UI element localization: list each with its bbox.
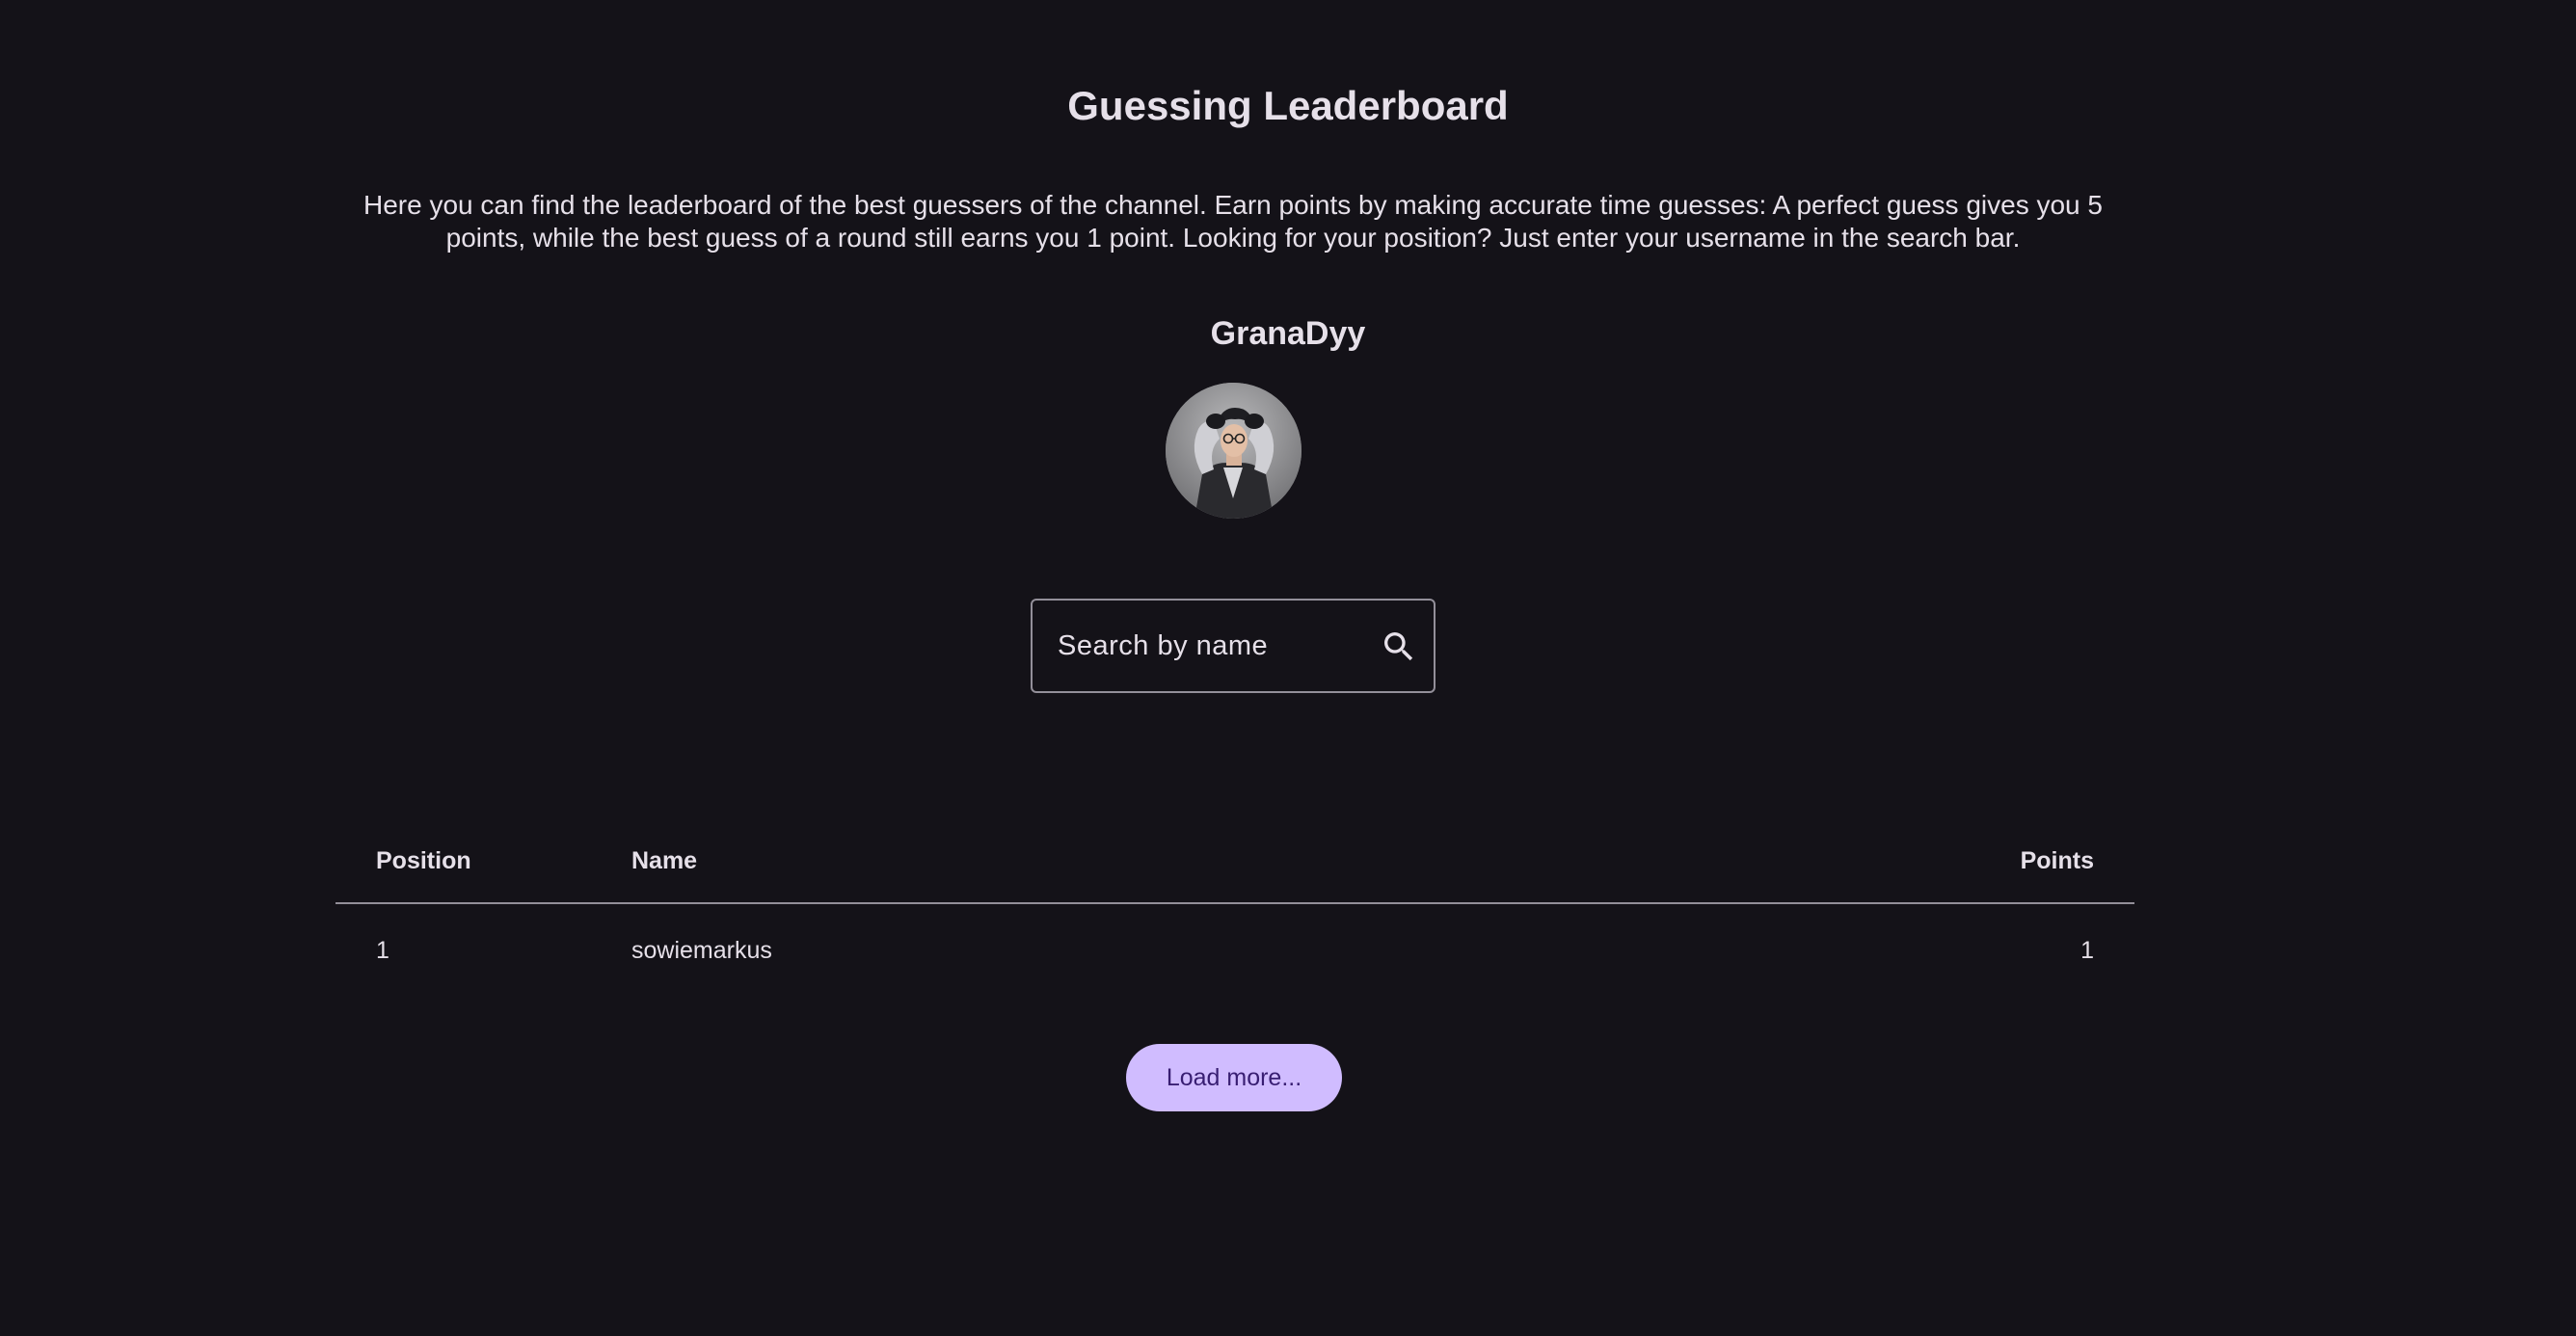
- channel-name: GranaDyy: [1210, 315, 1366, 352]
- table-header-row: Position Name Points: [335, 817, 2134, 904]
- page-title: Guessing Leaderboard: [1067, 83, 1509, 128]
- column-header-name[interactable]: Name: [631, 817, 697, 904]
- avatar: [1166, 383, 1301, 519]
- row-position: 1: [376, 937, 389, 964]
- row-points: 1: [2080, 937, 2094, 964]
- leaderboard-table: Position Name Points 1 sowiemarkus 1: [335, 817, 2134, 991]
- row-name: sowiemarkus: [631, 937, 772, 964]
- leaderboard-page: Guessing Leaderboard Here you can find t…: [0, 0, 2576, 1336]
- search-icon[interactable]: [1380, 628, 1418, 666]
- table-row: 1 sowiemarkus 1: [335, 904, 2134, 991]
- page-description: Here you can find the leaderboard of the…: [363, 190, 2103, 253]
- column-header-position[interactable]: Position: [376, 817, 471, 904]
- load-more-button[interactable]: Load more...: [1126, 1044, 1342, 1111]
- column-header-points[interactable]: Points: [2021, 817, 2094, 904]
- search-input[interactable]: [1058, 601, 1366, 691]
- search-field[interactable]: [1031, 599, 1436, 693]
- avatar-image: [1166, 383, 1301, 519]
